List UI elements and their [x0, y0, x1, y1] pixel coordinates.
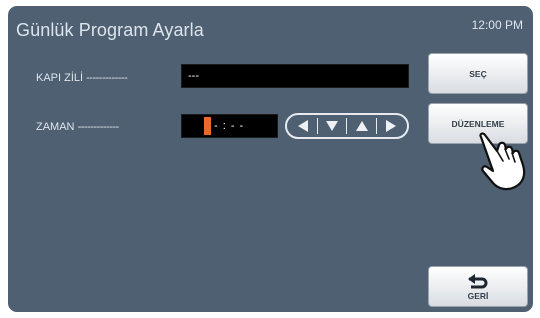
- door-bell-label-dashes: -------------: [86, 72, 128, 84]
- clock: 12:00 PM: [471, 18, 523, 32]
- back-button[interactable]: GERİ: [428, 266, 528, 307]
- door-bell-field[interactable]: ---: [181, 64, 409, 88]
- select-button[interactable]: SEÇ: [428, 53, 528, 94]
- divider: [346, 118, 348, 134]
- time-value: - : - -: [214, 120, 245, 132]
- up-arrow-icon[interactable]: [354, 118, 370, 134]
- screen: Günlük Program Ayarla 12:00 PM KAPI ZİLİ…: [8, 6, 533, 312]
- edit-button-label: DÜZENLEME: [451, 118, 505, 129]
- left-arrow-icon[interactable]: [295, 118, 311, 134]
- back-button-label: GERİ: [467, 290, 489, 301]
- time-label-dashes: -------------: [77, 121, 120, 133]
- time-field[interactable]: - : - -: [181, 114, 278, 138]
- hand-pointer-icon: [479, 132, 526, 191]
- arrow-control: [285, 113, 409, 139]
- select-button-label: SEÇ: [469, 68, 487, 79]
- page-title: Günlük Program Ayarla: [16, 20, 204, 40]
- time-label-text: ZAMAN: [36, 121, 75, 133]
- back-arrow-icon: [468, 273, 488, 288]
- door-bell-label: KAPI ZİLİ -------------: [36, 72, 128, 84]
- time-cursor: [204, 117, 211, 135]
- divider: [375, 118, 377, 134]
- down-arrow-icon[interactable]: [324, 118, 340, 134]
- time-label: ZAMAN -------------: [36, 121, 119, 133]
- right-arrow-icon[interactable]: [383, 118, 399, 134]
- door-bell-label-text: KAPI ZİLİ: [36, 72, 84, 84]
- divider: [317, 118, 319, 134]
